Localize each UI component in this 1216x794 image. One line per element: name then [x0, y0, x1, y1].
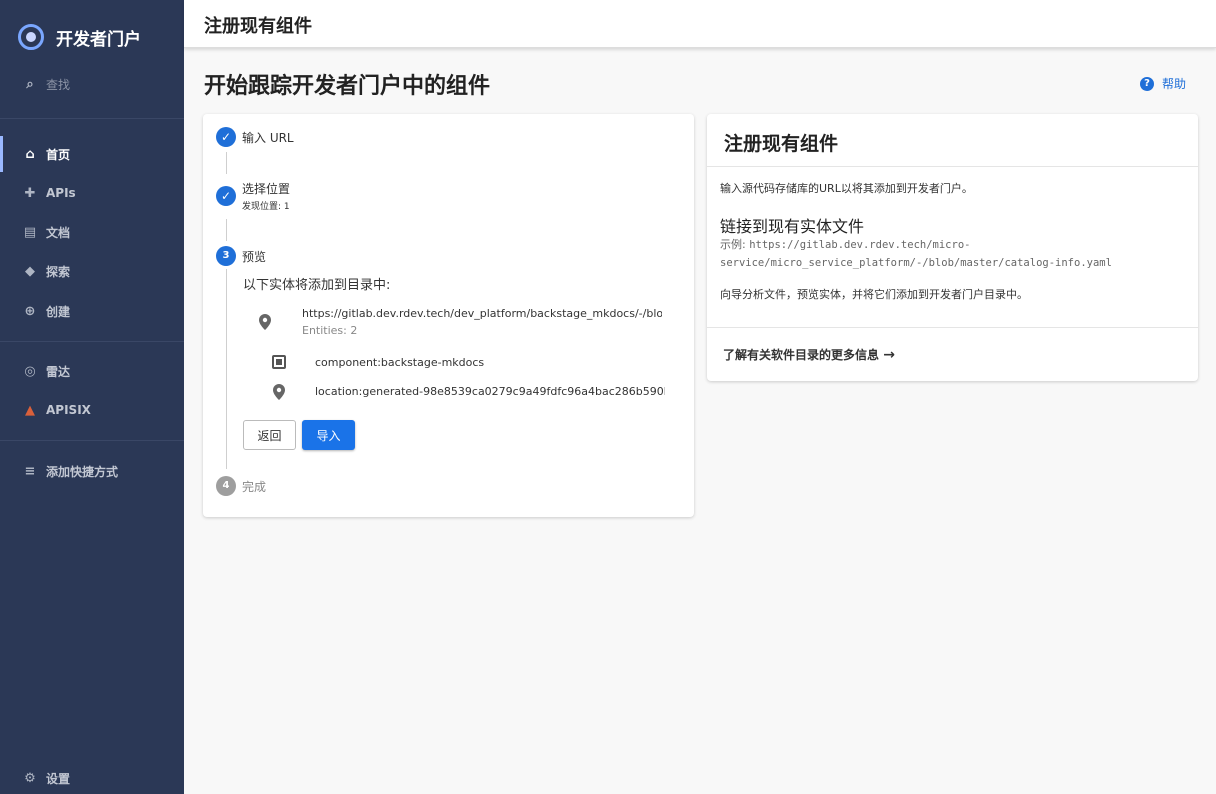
gear-icon: ⚙: [24, 770, 36, 786]
sidebar-item-label: APISIX: [46, 403, 91, 417]
brand[interactable]: 开发者门户: [18, 22, 141, 52]
playlist-add-icon: ≡: [24, 463, 36, 479]
info-divider: [707, 327, 1198, 328]
sidebar-item-label: APIs: [46, 186, 76, 200]
header-title: 注册现有组件: [204, 16, 312, 37]
preview-intro: 以下实体将添加到目录中:: [243, 278, 391, 293]
back-button[interactable]: 返回: [243, 420, 296, 450]
sidebar-item-explore[interactable]: ◆ 探索: [0, 253, 184, 289]
sidebar-item-add-shortcut[interactable]: ≡ 添加快捷方式: [0, 453, 184, 489]
entities-count: Entities: 2: [302, 324, 358, 337]
example-url-line-1: https://gitlab.dev.rdev.tech/micro-: [749, 239, 971, 251]
location-pin-icon: [273, 384, 285, 400]
register-info-card: 注册现有组件 输入源代码存储库的URL以将其添加到开发者门户。 链接到现有实体文…: [707, 114, 1198, 381]
location-url: https://gitlab.dev.rdev.tech/dev_platfor…: [302, 307, 662, 320]
sidebar-item-label: 文档: [46, 225, 71, 240]
home-icon: ⌂: [25, 146, 35, 162]
step-complete-icon: [216, 127, 236, 147]
brand-logo-icon: [18, 24, 44, 50]
sidebar-item-apisix[interactable]: ▲ APISIX: [0, 392, 184, 428]
step-connector: [226, 269, 227, 469]
arrow-right-icon: →: [883, 347, 895, 363]
example-url-line-2: service/micro_service_platform/-/blob/ma…: [720, 257, 1112, 269]
sidebar-item-label: 探索: [46, 264, 71, 279]
add-circle-icon: ⊕: [24, 303, 36, 319]
sidebar-item-radar[interactable]: ◎ 雷达: [0, 353, 184, 389]
radar-icon: ◎: [24, 363, 36, 379]
library-icon: ▤: [23, 224, 37, 240]
step-1-label: 输入 URL: [242, 131, 294, 145]
step-3-label: 预览: [242, 250, 267, 264]
step-3-number: 3: [216, 246, 236, 266]
step-4-number: 4: [216, 476, 236, 496]
step-4-label: 完成: [242, 480, 267, 494]
sidebar-item-label: 创建: [46, 304, 71, 319]
layers-icon: ◆: [25, 263, 35, 279]
brand-name: 开发者门户: [56, 29, 141, 50]
step-2-sub: 发现位置: 1: [242, 202, 290, 212]
step-complete-icon: [216, 186, 236, 206]
entity-component[interactable]: component:backstage-mkdocs: [315, 356, 484, 369]
sidebar-item-apis[interactable]: ✚ APIs: [0, 175, 184, 211]
info-example: 示例: https://gitlab.dev.rdev.tech/micro- …: [720, 236, 1180, 272]
component-icon: [272, 355, 286, 369]
sidebar-divider: [0, 341, 184, 342]
step-connector: [226, 219, 227, 241]
sidebar-item-label: 首页: [46, 147, 71, 162]
sidebar-item-label: 雷达: [46, 364, 71, 379]
sidebar-search[interactable]: ⌕ 查找: [0, 66, 184, 102]
step-2-label: 选择位置: [242, 182, 291, 196]
page-title: 开始跟踪开发者门户中的组件: [204, 74, 491, 99]
sidebar: 开发者门户 ⌕ 查找 ⌂ 首页 ✚ APIs ▤ 文档 ◆ 探索 ⊕ 创建 ◎ …: [0, 0, 184, 794]
import-button[interactable]: 导入: [302, 420, 355, 450]
info-divider: [707, 166, 1198, 167]
example-label: 示例:: [720, 238, 750, 251]
sidebar-divider: [0, 440, 184, 441]
info-description: 输入源代码存储库的URL以将其添加到开发者门户。: [720, 182, 973, 195]
header: 注册现有组件: [184, 0, 1216, 48]
sidebar-item-label: 添加快捷方式: [46, 464, 119, 479]
learn-more-link[interactable]: 了解有关软件目录的更多信息 →: [723, 346, 895, 363]
sidebar-item-settings[interactable]: ⚙ 设置: [0, 760, 184, 794]
help-icon: ?: [1140, 76, 1154, 91]
step-connector: [226, 152, 227, 174]
info-heading: 链接到现有实体文件: [720, 217, 865, 236]
search-icon: ⌕: [26, 76, 34, 92]
info-note: 向导分析文件，预览实体，并将它们添加到开发者门户目录中。: [720, 288, 1028, 301]
sidebar-item-docs[interactable]: ▤ 文档: [0, 214, 184, 250]
import-stepper-card: 输入 URL 选择位置 发现位置: 1 3 预览 以下实体将添加到目录中: ht…: [203, 114, 694, 517]
learn-more-label: 了解有关软件目录的更多信息: [723, 348, 880, 362]
sidebar-search-label: 查找: [46, 77, 71, 92]
location-pin-icon: [259, 314, 271, 330]
sidebar-item-create[interactable]: ⊕ 创建: [0, 293, 184, 329]
sidebar-item-label: 设置: [46, 771, 71, 786]
puzzle-icon: ✚: [24, 185, 36, 201]
entity-location[interactable]: location:generated-98e8539ca0279c9a49fdf…: [315, 385, 665, 398]
sidebar-divider: [0, 118, 184, 119]
sidebar-item-home[interactable]: ⌂ 首页: [0, 136, 184, 172]
help-link[interactable]: ? 帮助: [1140, 75, 1186, 92]
info-title: 注册现有组件: [724, 133, 839, 155]
apisix-icon: ▲: [25, 402, 35, 418]
help-label: 帮助: [1162, 77, 1187, 91]
